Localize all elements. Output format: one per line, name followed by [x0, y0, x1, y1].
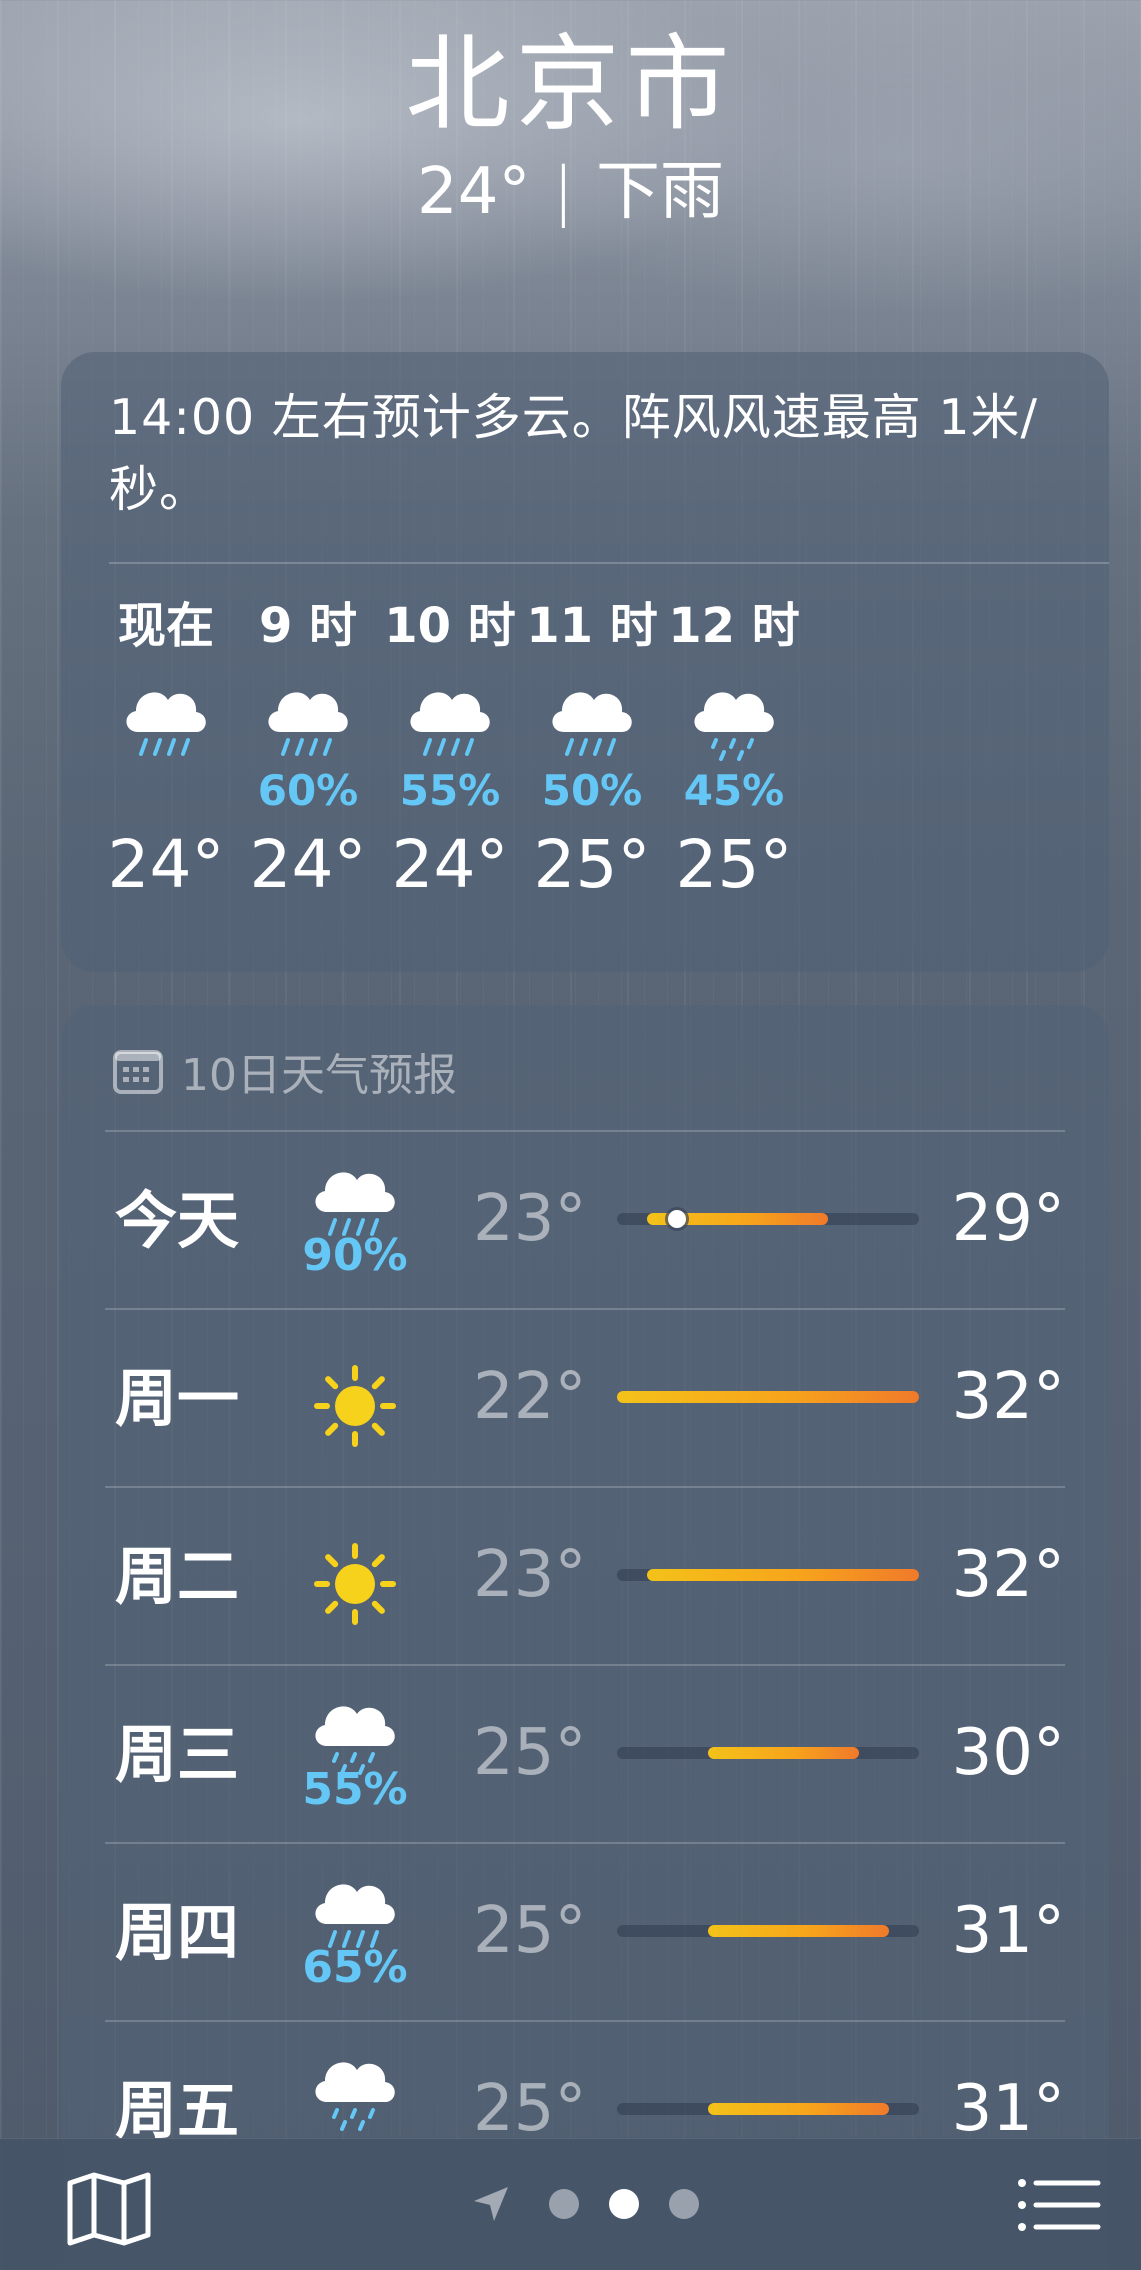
- list-icon[interactable]: [1016, 2175, 1102, 2235]
- cloud-rain-icon: [410, 692, 490, 756]
- page-dot[interactable]: [549, 2189, 579, 2219]
- current-condition: 下雨: [596, 155, 724, 229]
- location-header: 北京市 24° | 下雨: [0, 0, 1141, 224]
- hour-precipitation: 45%: [683, 766, 785, 815]
- day-low-temp: 23°: [473, 1182, 587, 1256]
- daily-row[interactable]: 周二 23° 32°: [105, 1486, 1065, 1666]
- daily-forecast-title: 10日天气预报: [181, 1050, 457, 1101]
- cloud-rain-icon: [552, 692, 632, 756]
- current-conditions: 24° | 下雨: [0, 160, 1141, 224]
- calendar-icon: [113, 1050, 163, 1094]
- map-icon[interactable]: [66, 2171, 152, 2247]
- current-temp-marker: [668, 1210, 687, 1228]
- day-name: 今天: [115, 1184, 240, 1257]
- day-name: 周一: [115, 1362, 240, 1435]
- daily-forecast-header: 10日天气预报: [113, 1041, 457, 1101]
- hour-item: 12 时 45% 25°: [644, 602, 824, 898]
- temperature-range-bar: [617, 1391, 919, 1403]
- temperature-range-track: [617, 1569, 919, 1581]
- day-high-temp: 32°: [951, 1538, 1065, 1612]
- temperature-range-track: [617, 1210, 919, 1228]
- temperature-range-bar: [647, 1569, 919, 1581]
- cloud-drizzle-icon: [315, 2062, 395, 2131]
- hourly-forecast-card[interactable]: 14:00 左右预计多云。阵风风速最高 1米/秒。 现在 24° 9 时 60% 24°…: [61, 352, 1109, 972]
- day-low-temp: 25°: [473, 1894, 587, 1968]
- daily-row[interactable]: 今天 90% 23° 29°: [105, 1130, 1065, 1310]
- temperature-range-bar: [707, 1925, 889, 1937]
- day-precipitation: 65%: [302, 1942, 408, 1993]
- sun-icon: [314, 1543, 396, 1625]
- day-name: 周三: [115, 1718, 240, 1791]
- sun-icon: [314, 1365, 396, 1447]
- day-precipitation: 90%: [302, 1230, 408, 1281]
- page-dots: [534, 2189, 714, 2219]
- day-low-temp: 22°: [473, 1360, 587, 1434]
- temperature-range-track: [617, 1925, 919, 1937]
- page-dot[interactable]: [669, 2189, 699, 2219]
- day-low-temp: 25°: [473, 2072, 587, 2146]
- conditions-separator: |: [552, 155, 574, 229]
- day-high-temp: 29°: [951, 1182, 1065, 1256]
- temperature-range-track: [617, 2103, 919, 2115]
- location-arrow-icon: [474, 2187, 508, 2221]
- day-high-temp: 32°: [951, 1360, 1065, 1434]
- day-name: 周五: [115, 2074, 240, 2147]
- page-dot[interactable]: [609, 2189, 639, 2219]
- hour-label: 12 时: [668, 598, 800, 654]
- daily-row[interactable]: 周三 55% 25° 30°: [105, 1664, 1065, 1844]
- temperature-range-track: [617, 1391, 919, 1403]
- day-low-temp: 25°: [473, 1716, 587, 1790]
- cloud-rain-icon: [126, 692, 206, 756]
- page-indicator[interactable]: [470, 2181, 714, 2227]
- cloud-drizzle-icon: [694, 692, 774, 761]
- temperature-range-bar: [707, 1747, 859, 1759]
- day-precipitation: 55%: [302, 1764, 408, 1815]
- cloud-rain-icon: [268, 692, 348, 756]
- temperature-range-bar: [707, 2103, 889, 2115]
- day-high-temp: 31°: [951, 1894, 1065, 1968]
- daily-forecast-card[interactable]: 10日天气预报 今天 90% 23° 29° 周一 22° 32° 周二 23° 32° 周三 55%…: [61, 1005, 1109, 2270]
- city-name: 北京市: [405, 23, 736, 145]
- temperature-range-track: [617, 1747, 919, 1759]
- day-high-temp: 30°: [951, 1716, 1065, 1790]
- day-name: 周四: [115, 1896, 240, 1969]
- daily-row[interactable]: 周一 22° 32°: [105, 1308, 1065, 1488]
- day-name: 周二: [115, 1540, 240, 1613]
- hourly-divider: [109, 562, 1109, 564]
- hour-temperature: 25°: [675, 826, 793, 903]
- daily-row[interactable]: 周四 65% 25° 31°: [105, 1842, 1065, 2022]
- current-temperature: 24°: [417, 155, 531, 229]
- bottom-toolbar: [0, 2138, 1141, 2270]
- hourly-summary: 14:00 左右预计多云。阵风风速最高 1米/秒。: [109, 389, 1039, 518]
- day-high-temp: 31°: [951, 2072, 1065, 2146]
- day-low-temp: 23°: [473, 1538, 587, 1612]
